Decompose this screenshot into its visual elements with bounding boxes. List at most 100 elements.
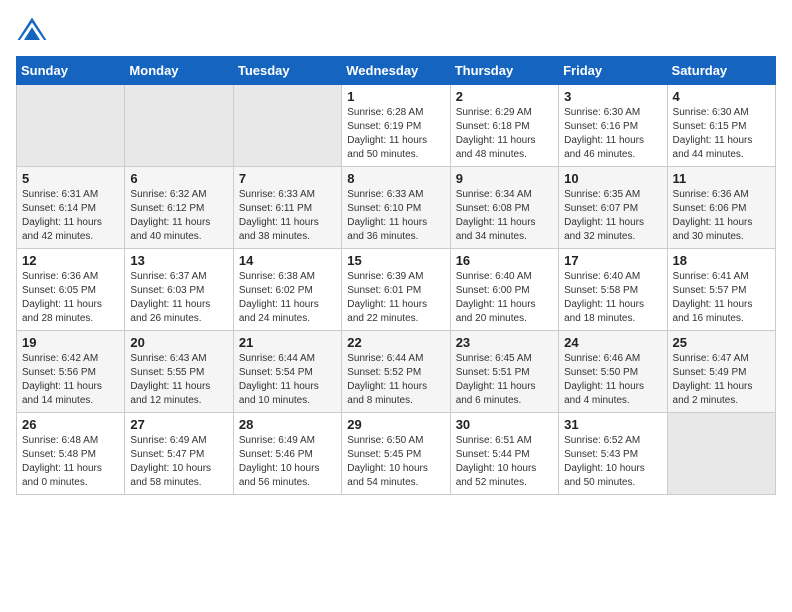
day-number: 24 bbox=[564, 335, 661, 350]
cell-content: Sunrise: 6:31 AMSunset: 6:14 PMDaylight:… bbox=[22, 188, 119, 244]
weekday-header-thursday: Thursday bbox=[450, 57, 558, 85]
cell-content: Sunrise: 6:42 AMSunset: 5:56 PMDaylight:… bbox=[22, 352, 119, 408]
cell-content: Sunrise: 6:30 AMSunset: 6:15 PMDaylight:… bbox=[673, 106, 770, 162]
cell-content: Sunrise: 6:37 AMSunset: 6:03 PMDaylight:… bbox=[130, 270, 227, 326]
weekday-header-tuesday: Tuesday bbox=[233, 57, 341, 85]
cell-content: Sunrise: 6:44 AMSunset: 5:54 PMDaylight:… bbox=[239, 352, 336, 408]
calendar-cell: 29Sunrise: 6:50 AMSunset: 5:45 PMDayligh… bbox=[342, 413, 450, 495]
calendar-cell: 23 Sunrise: 6:45 AMSunset: 5:51 PMDayligh… bbox=[450, 331, 558, 413]
calendar-cell: 1Sunrise: 6:28 AMSunset: 6:19 PMDaylight… bbox=[342, 85, 450, 167]
calendar-cell: 7Sunrise: 6:33 AMSunset: 6:11 PMDaylight… bbox=[233, 167, 341, 249]
cell-content: Sunrise: 6:44 AMSunset: 5:52 PMDaylight:… bbox=[347, 352, 444, 408]
cell-content: Sunrise: 6:41 AMSunset: 5:57 PMDaylight:… bbox=[673, 270, 770, 326]
day-number: 28 bbox=[239, 417, 336, 432]
calendar-cell: 30 Sunrise: 6:51 AMSunset: 5:44 PMDayligh… bbox=[450, 413, 558, 495]
page-header bbox=[16, 16, 776, 44]
weekday-header-sunday: Sunday bbox=[17, 57, 125, 85]
calendar-cell: 13 Sunrise: 6:37 AMSunset: 6:03 PMDayligh… bbox=[125, 249, 233, 331]
calendar-cell: 24 Sunrise: 6:46 AMSunset: 5:50 PMDayligh… bbox=[559, 331, 667, 413]
day-number: 6 bbox=[130, 171, 227, 186]
calendar-body: 1Sunrise: 6:28 AMSunset: 6:19 PMDaylight… bbox=[17, 85, 776, 495]
calendar-cell: 14Sunrise: 6:38 AMSunset: 6:02 PMDayligh… bbox=[233, 249, 341, 331]
day-number: 15 bbox=[347, 253, 444, 268]
calendar-cell: 9 Sunrise: 6:34 AMSunset: 6:08 PMDaylight… bbox=[450, 167, 558, 249]
calendar-header: SundayMondayTuesdayWednesdayThursdayFrid… bbox=[17, 57, 776, 85]
logo-icon bbox=[16, 16, 48, 44]
day-number: 22 bbox=[347, 335, 444, 350]
day-number: 19 bbox=[22, 335, 119, 350]
calendar-cell: 17Sunrise: 6:40 AMSunset: 5:58 PMDayligh… bbox=[559, 249, 667, 331]
day-number: 12 bbox=[22, 253, 119, 268]
logo bbox=[16, 16, 52, 44]
day-number: 9 bbox=[456, 171, 553, 186]
day-number: 14 bbox=[239, 253, 336, 268]
calendar-cell: 22 Sunrise: 6:44 AMSunset: 5:52 PMDayligh… bbox=[342, 331, 450, 413]
calendar-cell bbox=[17, 85, 125, 167]
weekday-header-row: SundayMondayTuesdayWednesdayThursdayFrid… bbox=[17, 57, 776, 85]
calendar-cell: 31 Sunrise: 6:52 AMSunset: 5:43 PMDayligh… bbox=[559, 413, 667, 495]
cell-content: Sunrise: 6:46 AMSunset: 5:50 PMDaylight:… bbox=[564, 352, 661, 408]
calendar-cell: 16 Sunrise: 6:40 AMSunset: 6:00 PMDayligh… bbox=[450, 249, 558, 331]
day-number: 7 bbox=[239, 171, 336, 186]
cell-content: Sunrise: 6:32 AMSunset: 6:12 PMDaylight:… bbox=[130, 188, 227, 244]
calendar-cell: 4 Sunrise: 6:30 AMSunset: 6:15 PMDaylight… bbox=[667, 85, 775, 167]
day-number: 27 bbox=[130, 417, 227, 432]
cell-content: Sunrise: 6:48 AMSunset: 5:48 PMDaylight:… bbox=[22, 434, 119, 490]
calendar-week-row: 26Sunrise: 6:48 AMSunset: 5:48 PMDayligh… bbox=[17, 413, 776, 495]
calendar-cell: 11 Sunrise: 6:36 AMSunset: 6:06 PMDayligh… bbox=[667, 167, 775, 249]
cell-content: Sunrise: 6:28 AMSunset: 6:19 PMDaylight:… bbox=[347, 106, 444, 162]
day-number: 4 bbox=[673, 89, 770, 104]
day-number: 13 bbox=[130, 253, 227, 268]
day-number: 11 bbox=[673, 171, 770, 186]
day-number: 20 bbox=[130, 335, 227, 350]
day-number: 31 bbox=[564, 417, 661, 432]
calendar-week-row: 1Sunrise: 6:28 AMSunset: 6:19 PMDaylight… bbox=[17, 85, 776, 167]
day-number: 17 bbox=[564, 253, 661, 268]
weekday-header-friday: Friday bbox=[559, 57, 667, 85]
calendar-cell: 8 Sunrise: 6:33 AMSunset: 6:10 PMDaylight… bbox=[342, 167, 450, 249]
cell-content: Sunrise: 6:33 AMSunset: 6:10 PMDaylight:… bbox=[347, 188, 444, 244]
calendar-table: SundayMondayTuesdayWednesdayThursdayFrid… bbox=[16, 56, 776, 495]
calendar-cell bbox=[667, 413, 775, 495]
day-number: 23 bbox=[456, 335, 553, 350]
calendar-cell: 21 Sunrise: 6:44 AMSunset: 5:54 PMDayligh… bbox=[233, 331, 341, 413]
day-number: 25 bbox=[673, 335, 770, 350]
day-number: 3 bbox=[564, 89, 661, 104]
day-number: 8 bbox=[347, 171, 444, 186]
cell-content: Sunrise: 6:47 AMSunset: 5:49 PMDaylight:… bbox=[673, 352, 770, 408]
cell-content: Sunrise: 6:36 AMSunset: 6:05 PMDaylight:… bbox=[22, 270, 119, 326]
cell-content: Sunrise: 6:30 AMSunset: 6:16 PMDaylight:… bbox=[564, 106, 661, 162]
cell-content: Sunrise: 6:52 AMSunset: 5:43 PMDaylight:… bbox=[564, 434, 661, 490]
calendar-cell: 3 Sunrise: 6:30 AMSunset: 6:16 PMDaylight… bbox=[559, 85, 667, 167]
calendar-cell bbox=[125, 85, 233, 167]
calendar-cell bbox=[233, 85, 341, 167]
calendar-cell: 26Sunrise: 6:48 AMSunset: 5:48 PMDayligh… bbox=[17, 413, 125, 495]
cell-content: Sunrise: 6:49 AMSunset: 5:46 PMDaylight:… bbox=[239, 434, 336, 490]
calendar-week-row: 12 Sunrise: 6:36 AMSunset: 6:05 PMDayligh… bbox=[17, 249, 776, 331]
cell-content: Sunrise: 6:45 AMSunset: 5:51 PMDaylight:… bbox=[456, 352, 553, 408]
calendar-cell: 10Sunrise: 6:35 AMSunset: 6:07 PMDayligh… bbox=[559, 167, 667, 249]
day-number: 16 bbox=[456, 253, 553, 268]
cell-content: Sunrise: 6:36 AMSunset: 6:06 PMDaylight:… bbox=[673, 188, 770, 244]
calendar-cell: 5 Sunrise: 6:31 AMSunset: 6:14 PMDaylight… bbox=[17, 167, 125, 249]
cell-content: Sunrise: 6:51 AMSunset: 5:44 PMDaylight:… bbox=[456, 434, 553, 490]
cell-content: Sunrise: 6:49 AMSunset: 5:47 PMDaylight:… bbox=[130, 434, 227, 490]
day-number: 18 bbox=[673, 253, 770, 268]
calendar-cell: 27 Sunrise: 6:49 AMSunset: 5:47 PMDayligh… bbox=[125, 413, 233, 495]
calendar-cell: 18 Sunrise: 6:41 AMSunset: 5:57 PMDayligh… bbox=[667, 249, 775, 331]
day-number: 2 bbox=[456, 89, 553, 104]
day-number: 5 bbox=[22, 171, 119, 186]
day-number: 30 bbox=[456, 417, 553, 432]
day-number: 21 bbox=[239, 335, 336, 350]
cell-content: Sunrise: 6:43 AMSunset: 5:55 PMDaylight:… bbox=[130, 352, 227, 408]
calendar-cell: 20 Sunrise: 6:43 AMSunset: 5:55 PMDayligh… bbox=[125, 331, 233, 413]
cell-content: Sunrise: 6:35 AMSunset: 6:07 PMDaylight:… bbox=[564, 188, 661, 244]
cell-content: Sunrise: 6:39 AMSunset: 6:01 PMDaylight:… bbox=[347, 270, 444, 326]
weekday-header-monday: Monday bbox=[125, 57, 233, 85]
weekday-header-saturday: Saturday bbox=[667, 57, 775, 85]
calendar-cell: 28 Sunrise: 6:49 AMSunset: 5:46 PMDayligh… bbox=[233, 413, 341, 495]
cell-content: Sunrise: 6:40 AMSunset: 6:00 PMDaylight:… bbox=[456, 270, 553, 326]
calendar-cell: 2Sunrise: 6:29 AMSunset: 6:18 PMDaylight… bbox=[450, 85, 558, 167]
cell-content: Sunrise: 6:34 AMSunset: 6:08 PMDaylight:… bbox=[456, 188, 553, 244]
calendar-week-row: 19 Sunrise: 6:42 AMSunset: 5:56 PMDayligh… bbox=[17, 331, 776, 413]
